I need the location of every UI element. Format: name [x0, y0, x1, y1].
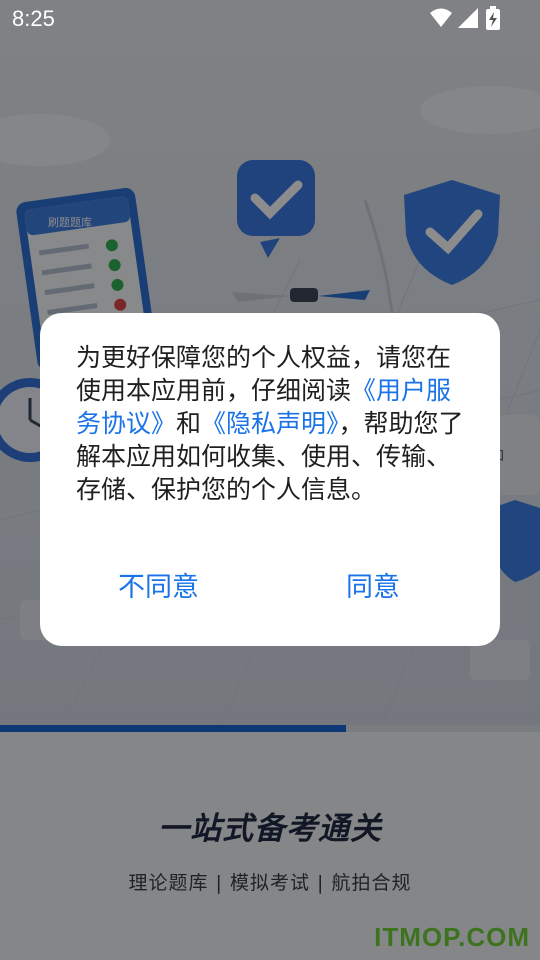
wifi-icon — [430, 8, 452, 32]
agree-button[interactable]: 同意 — [346, 565, 400, 604]
privacy-statement-link[interactable]: 《隐私声明》 — [201, 409, 339, 438]
message-and: 和 — [176, 409, 202, 438]
battery-charging-icon — [486, 6, 500, 34]
cellular-signal-icon — [458, 8, 478, 32]
status-bar: 8:25 — [0, 0, 540, 38]
dialog-message: 为更好保障您的个人权益，请您在使用本应用前，仔细阅读《用户服务协议》和《隐私声明… — [76, 341, 468, 506]
privacy-dialog: 为更好保障您的个人权益，请您在使用本应用前，仔细阅读《用户服务协议》和《隐私声明… — [40, 313, 500, 646]
status-time: 8:25 — [12, 6, 55, 31]
disagree-button[interactable]: 不同意 — [118, 565, 199, 604]
